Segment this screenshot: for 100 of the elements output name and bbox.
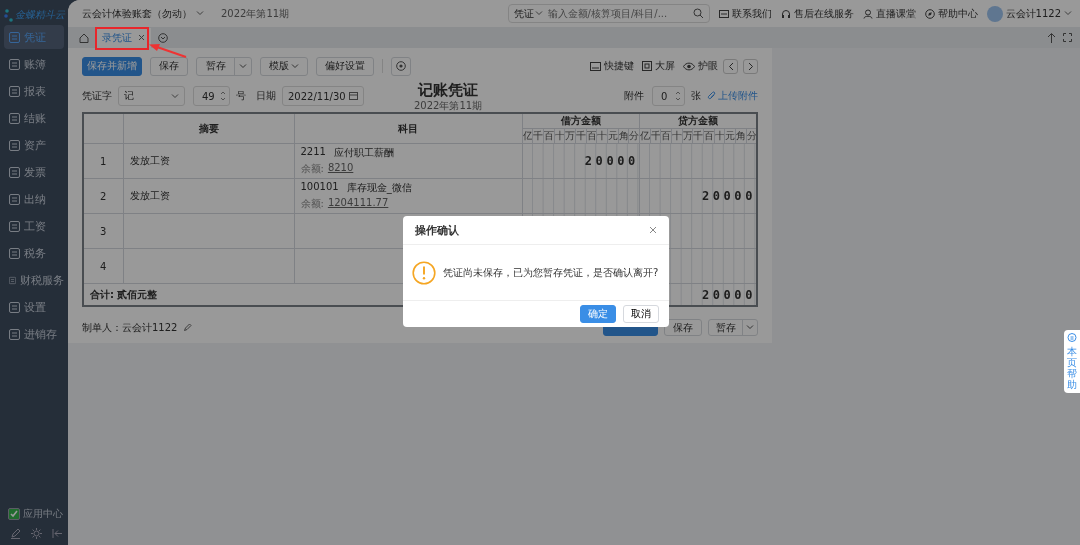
caret-icon — [196, 11, 204, 16]
chevron-left-icon — [727, 61, 734, 71]
document-icon — [9, 166, 20, 178]
pencil-icon[interactable] — [10, 528, 21, 539]
dialog-message: 凭证尚未保存，已为您暂存凭证，是否确认离开? — [443, 265, 659, 280]
settings-icon[interactable] — [31, 528, 42, 539]
date-field[interactable]: 2022/11/30 — [282, 86, 364, 106]
digit-unit: 元 — [725, 130, 735, 141]
keyboard-icon — [590, 61, 601, 71]
account-code[interactable]: 100101 — [300, 181, 339, 195]
toolbar-button[interactable]: 模版 — [260, 56, 308, 76]
digit-unit: 十 — [672, 130, 682, 141]
search-field[interactable]: 凭证 输入金额/核算项目/科目/... — [507, 4, 710, 23]
dialog-button[interactable]: 取消 — [623, 305, 659, 323]
account-selector[interactable]: 云会计体验账套（勿动） — [82, 6, 204, 21]
document-icon — [9, 85, 20, 97]
user-menu[interactable]: 云会计1122 — [986, 5, 1072, 22]
digit-unit: 分 — [629, 130, 639, 141]
digit-unit: 万 — [565, 130, 575, 141]
page-help-tab[interactable]: 本页帮助 — [1064, 330, 1080, 393]
sidebar-item[interactable]: 设置 — [4, 295, 64, 319]
voucher-period: 2022年第11期 — [414, 98, 483, 113]
pencil-icon[interactable] — [183, 323, 193, 332]
dialog-button[interactable]: 确定 — [580, 305, 616, 323]
headset-icon — [780, 8, 791, 19]
sidebar-item[interactable]: 账簿 — [4, 52, 64, 76]
digit-unit: 十 — [555, 130, 564, 141]
app-center-checkbox[interactable] — [8, 508, 20, 520]
close-icon[interactable] — [138, 34, 145, 41]
header-link[interactable]: 售后在线服务 — [780, 6, 854, 21]
arrow-up-icon[interactable] — [1047, 32, 1056, 43]
document-icon — [9, 301, 20, 313]
column-header: 科目 — [398, 122, 418, 134]
record-button[interactable] — [391, 56, 411, 76]
previous-button[interactable] — [723, 58, 738, 74]
attachment-label: 附件 — [624, 89, 644, 103]
sidebar-item[interactable]: 税务 — [4, 241, 64, 265]
caret-icon — [291, 63, 299, 69]
document-icon — [9, 193, 20, 205]
toolbar-button[interactable]: 暂存 — [196, 56, 252, 76]
dialog-title: 操作确认 — [415, 222, 459, 238]
digit-unit: 元 — [608, 130, 618, 141]
annotation-box — [95, 27, 149, 50]
toolbar-button[interactable]: 偏好设置 — [316, 56, 374, 76]
fullscreen-icon[interactable] — [1063, 33, 1072, 42]
summary-cell[interactable]: 发放工资 — [129, 190, 170, 201]
tool-link[interactable]: 护眼 — [683, 59, 718, 73]
balance-link[interactable]: 1204111.77 — [327, 197, 389, 211]
sidebar-item[interactable]: 报表 — [4, 79, 64, 103]
tool-link[interactable]: 快捷键 — [590, 59, 634, 73]
digit-unit: 亿 — [522, 130, 532, 141]
summary-cell[interactable]: 发放工资 — [129, 155, 170, 166]
account-name[interactable]: 应付职工薪酬 — [333, 146, 394, 160]
document-icon — [9, 139, 20, 151]
credit-amount: 20000 — [701, 189, 756, 203]
record-icon — [396, 61, 406, 71]
caret-icon — [534, 11, 543, 16]
digit-unit: 百 — [587, 130, 596, 141]
compass-icon — [924, 8, 935, 19]
balance-link[interactable]: 8210 — [327, 162, 354, 176]
digit-unit: 万 — [683, 130, 692, 141]
footer-button[interactable]: 暂存 — [708, 319, 758, 336]
header-link[interactable]: 直播课堂 — [862, 6, 916, 21]
total-label: 合计: 贰佰元整 — [90, 288, 158, 300]
sidebar-item[interactable]: 出纳 — [4, 187, 64, 211]
dropdown-circle-icon[interactable] — [158, 32, 168, 43]
search-scope-dropdown[interactable]: 凭证 — [513, 6, 543, 21]
sidebar-item[interactable]: 结账 — [4, 106, 64, 130]
digit-unit: 千 — [651, 130, 660, 141]
sidebar-item[interactable]: 发票 — [4, 160, 64, 184]
sidebar-item[interactable]: 工资 — [4, 214, 64, 238]
footer-button[interactable]: 保存 — [664, 319, 702, 336]
annotation-arrow — [149, 43, 187, 59]
column-header: 贷方金额 — [677, 115, 718, 126]
header-link[interactable]: 联系我们 — [718, 6, 772, 21]
attachment-suffix: 张 — [691, 89, 701, 103]
digit-unit: 十 — [715, 130, 724, 141]
close-icon[interactable] — [649, 226, 657, 234]
number-field[interactable]: 49 — [193, 86, 230, 106]
collapse-icon[interactable] — [52, 528, 63, 539]
account-code[interactable]: 2211 — [300, 146, 326, 160]
home-icon[interactable] — [79, 32, 89, 43]
sidebar-item[interactable]: 财税服务 — [4, 268, 64, 292]
voucher-word-select[interactable]: 记 — [118, 86, 185, 106]
digit-unit: 千 — [693, 130, 703, 141]
logo-text: 金蝶精斗云 — [15, 8, 65, 22]
document-icon — [9, 274, 16, 286]
toolbar-button[interactable]: 保存 — [150, 56, 188, 76]
next-button[interactable] — [743, 58, 758, 74]
tool-link[interactable]: 大屏 — [642, 59, 675, 73]
calendar-icon — [349, 92, 358, 100]
header-link[interactable]: 帮助中心 — [924, 6, 978, 21]
digit-unit: 分 — [747, 130, 756, 141]
paperclip-icon — [707, 91, 716, 101]
attachment-count-field[interactable]: 0 — [652, 86, 685, 106]
account-name[interactable]: 库存现金_微信 — [346, 181, 412, 195]
maker-label: 制单人：云会计1122 — [82, 320, 178, 335]
sidebar-item[interactable]: 资产 — [4, 133, 64, 157]
search-icon[interactable] — [692, 8, 704, 19]
sidebar-item[interactable]: 进销存 — [4, 322, 64, 346]
